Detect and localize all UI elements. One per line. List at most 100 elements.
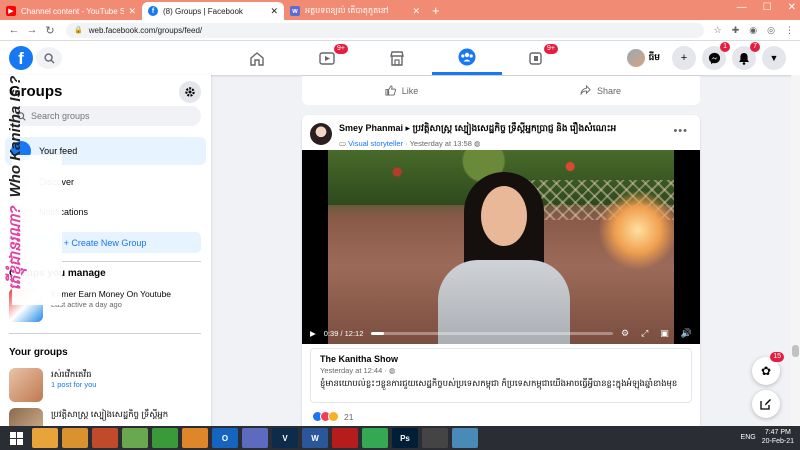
video-player[interactable]: ▶ 0:39 / 12:12 ⚙ ⤢ ▣ 🔊 bbox=[302, 150, 700, 344]
taskbar-app-4[interactable] bbox=[152, 428, 178, 448]
nav-tab-home[interactable] bbox=[222, 41, 292, 75]
search-icon bbox=[43, 52, 55, 64]
post-time[interactable]: Yesterday at 13:58 bbox=[410, 139, 472, 148]
chevron-down-icon: ▼ bbox=[769, 53, 779, 63]
clock[interactable]: 7:47 PM 20-Feb-21 bbox=[762, 428, 794, 446]
haha-reaction-icon bbox=[328, 411, 339, 422]
group-posts: 1 post for you bbox=[51, 380, 97, 389]
extension-icon[interactable]: ◉ bbox=[749, 25, 757, 36]
compose-icon bbox=[760, 399, 771, 410]
floating-chat-button[interactable]: ✿ 15 bbox=[752, 352, 784, 385]
extensions-icon[interactable]: ✚ bbox=[732, 25, 740, 36]
browser-menu-icon[interactable]: ⋮ bbox=[785, 25, 794, 36]
video-person-face bbox=[481, 186, 527, 246]
browser-tab-article[interactable]: w អត្ថបទពន្យល់ តើបាតុភូតនៅ ✕ bbox=[284, 2, 426, 20]
shared-post-time: Yesterday at 12:44 bbox=[320, 366, 383, 375]
messenger-button[interactable]: 1 bbox=[702, 42, 730, 70]
reaction-summary[interactable]: 21 bbox=[312, 411, 353, 422]
fullscreen-icon[interactable]: ⤢ bbox=[641, 328, 648, 339]
taskbar-app-1[interactable] bbox=[62, 428, 88, 448]
nav-tab-marketplace[interactable] bbox=[362, 41, 432, 75]
taskbar-app-14[interactable] bbox=[452, 428, 478, 448]
taskbar-app-7[interactable] bbox=[242, 428, 268, 448]
gear-icon[interactable]: ⚙ bbox=[621, 328, 629, 339]
taskbar-app-13[interactable] bbox=[422, 428, 448, 448]
settings-button[interactable] bbox=[179, 81, 201, 103]
maximize-icon[interactable]: ☐ bbox=[763, 2, 772, 13]
globe-icon: ◍ bbox=[473, 139, 481, 148]
groups-icon bbox=[458, 48, 476, 65]
volume-icon[interactable]: 🔊 bbox=[681, 328, 692, 339]
taskbar-app-10[interactable] bbox=[332, 428, 358, 448]
more-options-icon[interactable]: ••• bbox=[673, 125, 688, 137]
taskbar-app-6[interactable]: O bbox=[212, 428, 238, 448]
shared-post-text: ខ្ញុំមានយោបល់ខ្លះៗខ្លួនការជួយសេដ្ឋកិច្ចប… bbox=[320, 378, 678, 388]
video-frame bbox=[328, 150, 674, 344]
video-time: 0:39 / 12:12 bbox=[323, 328, 364, 338]
browser-tab-facebook[interactable]: f (8) Groups | Facebook ✕ bbox=[142, 2, 284, 20]
taskbar-app-0[interactable] bbox=[32, 428, 58, 448]
taskbar-app-3[interactable] bbox=[122, 428, 148, 448]
facebook-logo[interactable]: f bbox=[9, 46, 33, 70]
forward-arrow-icon[interactable]: → bbox=[24, 24, 40, 36]
like-button[interactable]: Like bbox=[302, 76, 501, 105]
your-group-item[interactable]: រស់រវើកតេវីធ 1 post for you bbox=[9, 368, 204, 402]
home-icon bbox=[250, 51, 264, 66]
taskbar-app-12[interactable]: Ps bbox=[392, 428, 418, 448]
post-group[interactable]: ប្រវត្តិសាស្ត្រ ស្បៀងសេដ្ឋកិច្ច ទ្រឹស្ដី… bbox=[413, 123, 617, 133]
nav-tab-gaming[interactable]: 9+ bbox=[502, 41, 572, 75]
group-search-input[interactable] bbox=[31, 111, 191, 121]
new-message-button[interactable] bbox=[752, 390, 780, 418]
globe-icon: · ◍ bbox=[384, 366, 396, 375]
close-icon[interactable]: ✕ bbox=[412, 6, 420, 17]
language-indicator[interactable]: ENG bbox=[741, 434, 756, 441]
minimize-icon[interactable]: — bbox=[737, 2, 747, 13]
group-search[interactable] bbox=[9, 106, 201, 126]
youtube-favicon: ▶ bbox=[6, 6, 16, 16]
scrollbar-thumb[interactable] bbox=[792, 345, 799, 357]
taskbar-app-9[interactable]: W bbox=[302, 428, 328, 448]
close-window-icon[interactable]: ✕ bbox=[788, 2, 796, 13]
video-progress-bar[interactable] bbox=[371, 331, 613, 335]
shared-post-author[interactable]: The Kanitha Show bbox=[320, 354, 682, 364]
tab-title: អត្ថបទពន្យល់ តើបាតុភូតនៅ bbox=[305, 6, 389, 15]
gaming-badge: 9+ bbox=[544, 44, 558, 54]
bookmark-star-icon[interactable]: ☆ bbox=[714, 25, 722, 36]
reload-icon[interactable]: ↻ bbox=[42, 24, 58, 37]
chat-head-icon: ✿ bbox=[760, 364, 772, 378]
taskbar-app-11[interactable] bbox=[362, 428, 388, 448]
play-icon[interactable]: ▶ bbox=[310, 329, 316, 338]
url-field[interactable]: 🔒 web.facebook.com/groups/feed/ bbox=[66, 22, 704, 38]
windows-taskbar: O V W Ps ENG 7:47 PM 20-Feb-21 bbox=[0, 426, 800, 450]
back-arrow-icon[interactable]: ← bbox=[6, 24, 22, 36]
post-author[interactable]: Smey Phanmai bbox=[339, 123, 403, 133]
browser-tab-youtube[interactable]: ▶ Channel content - YouTube Studio ✕ bbox=[0, 2, 142, 20]
your-group-item[interactable]: ប្រវត្តិសាស្ត្រ ស្បៀងសេដ្ឋកិច្ច ទ្រឹស្ដី… bbox=[9, 408, 204, 426]
close-icon[interactable]: ✕ bbox=[270, 6, 278, 17]
nav-tab-watch[interactable]: 9+ bbox=[292, 41, 362, 75]
author-badge: Visual storyteller bbox=[348, 139, 404, 148]
new-tab-button[interactable]: + bbox=[432, 2, 440, 20]
avatar[interactable] bbox=[310, 123, 332, 145]
close-icon[interactable]: ✕ bbox=[128, 6, 136, 17]
start-button[interactable] bbox=[2, 426, 30, 450]
address-bar: ← → ↻ 🔒 web.facebook.com/groups/feed/ ☆ … bbox=[0, 20, 800, 41]
taskbar-app-8[interactable]: V bbox=[272, 428, 298, 448]
profile-chip[interactable]: ធីម bbox=[625, 47, 666, 69]
share-button[interactable]: Share bbox=[501, 76, 700, 105]
taskbar-app-5[interactable] bbox=[182, 428, 208, 448]
shared-post-card[interactable]: The Kanitha Show Yesterday at 12:44 · ◍ … bbox=[310, 348, 692, 403]
nav-tab-groups[interactable] bbox=[432, 41, 502, 75]
search-button[interactable] bbox=[36, 47, 62, 69]
picture-in-picture-icon[interactable]: ▣ bbox=[660, 328, 669, 339]
lock-icon: 🔒 bbox=[74, 27, 83, 34]
your-groups-heading: Your groups bbox=[9, 347, 68, 358]
page-scrollbar[interactable] bbox=[791, 75, 800, 426]
share-icon bbox=[580, 85, 591, 95]
extension-icon-2[interactable]: ◎ bbox=[767, 25, 775, 36]
create-button[interactable]: + bbox=[672, 46, 696, 70]
taskbar-app-2[interactable] bbox=[92, 428, 118, 448]
taskbar-apps: O V W Ps bbox=[30, 428, 480, 448]
notifications-button[interactable]: 7 bbox=[732, 42, 760, 70]
account-menu-button[interactable]: ▼ bbox=[762, 46, 786, 70]
